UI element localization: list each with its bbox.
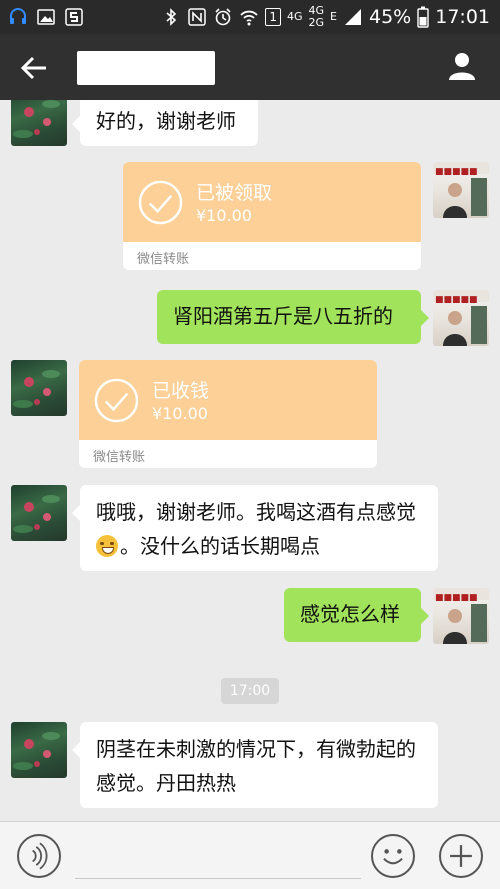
transfer-card-top: 已被领取 ¥10.00	[123, 162, 421, 242]
self-avatar[interactable]: ■■■■■	[433, 588, 489, 644]
headset-icon	[10, 8, 26, 24]
transfer-card[interactable]: 已收钱 ¥10.00 微信转账	[79, 360, 377, 468]
status-bar: 1 4G 4G 2G E 45% 17:01	[0, 0, 500, 34]
network-e-label: E	[330, 10, 337, 23]
lotus-image	[13, 495, 60, 533]
contact-avatar[interactable]	[11, 722, 67, 778]
message-input[interactable]	[75, 836, 361, 876]
timestamp: 17:00	[221, 678, 279, 704]
nfc-icon	[188, 7, 207, 26]
message-list[interactable]: 好的，谢谢老师 ■■■■■ 已被领取 ¥10.00 微信转账 ■■■■■ 肾阳酒…	[0, 100, 500, 821]
image-icon	[37, 9, 55, 25]
self-avatar[interactable]: ■■■■■	[433, 290, 489, 346]
battery-icon	[417, 6, 429, 28]
chat-title	[77, 51, 215, 85]
bluetooth-icon	[166, 7, 177, 26]
contact-avatar[interactable]	[11, 485, 67, 541]
transfer-footer: 微信转账	[137, 252, 190, 267]
person-icon[interactable]	[446, 50, 478, 82]
transfer-card-top: 已收钱 ¥10.00	[79, 360, 377, 440]
contact-avatar[interactable]	[11, 100, 67, 146]
alarm-icon	[215, 7, 231, 25]
message-bubble[interactable]: 好的，谢谢老师	[72, 100, 258, 146]
network-dual-label: 4G 2G	[308, 4, 325, 29]
voice-icon[interactable]	[17, 834, 61, 878]
input-underline	[75, 878, 361, 879]
lotus-image	[13, 100, 60, 138]
emoji-icon[interactable]	[371, 834, 415, 878]
portrait-image: ■■■■■	[433, 290, 489, 346]
chat-header	[0, 34, 500, 100]
plus-icon[interactable]	[439, 834, 483, 878]
lotus-image	[13, 732, 60, 770]
s-app-icon	[65, 8, 83, 26]
message-bubble[interactable]: 阴茎在未刺激的情况下，有微勃起的 感觉。丹田热热	[72, 722, 438, 808]
battery-percent: 45%	[369, 5, 412, 28]
portrait-image: ■■■■■	[433, 588, 489, 644]
network-4g-label: 4G	[286, 10, 303, 23]
lotus-image	[13, 370, 60, 408]
grin-emoji-icon	[96, 534, 118, 557]
wifi-icon	[240, 10, 258, 25]
contact-avatar[interactable]	[11, 360, 67, 416]
clock: 17:01	[435, 5, 490, 28]
input-bar	[0, 821, 500, 889]
checkmark-circle-icon	[138, 180, 183, 225]
transfer-status: 已被领取	[196, 182, 273, 204]
transfer-footer: 微信转账	[93, 450, 146, 465]
svg-text:■■■■■: ■■■■■	[435, 593, 478, 603]
signal-icon	[345, 8, 361, 25]
message-bubble[interactable]: 感觉怎么样	[284, 588, 429, 642]
message-bubble[interactable]: 肾阳酒第五斤是八五折的	[157, 290, 429, 344]
portrait-image: ■■■■■	[433, 162, 489, 218]
transfer-amount: ¥10.00	[152, 404, 208, 423]
self-avatar[interactable]: ■■■■■	[433, 162, 489, 218]
transfer-status: 已收钱	[152, 380, 210, 402]
svg-text:■■■■■: ■■■■■	[435, 167, 478, 177]
arrow-left-icon[interactable]	[18, 52, 50, 84]
sim-icon: 1	[265, 7, 281, 26]
transfer-amount: ¥10.00	[196, 206, 252, 225]
checkmark-circle-icon	[94, 378, 139, 423]
svg-text:■■■■■: ■■■■■	[435, 295, 478, 305]
transfer-card[interactable]: 已被领取 ¥10.00 微信转账	[123, 162, 421, 270]
message-bubble[interactable]: 哦哦，谢谢老师。我喝这酒有点感觉 。没什么的话长期喝点	[72, 485, 438, 571]
